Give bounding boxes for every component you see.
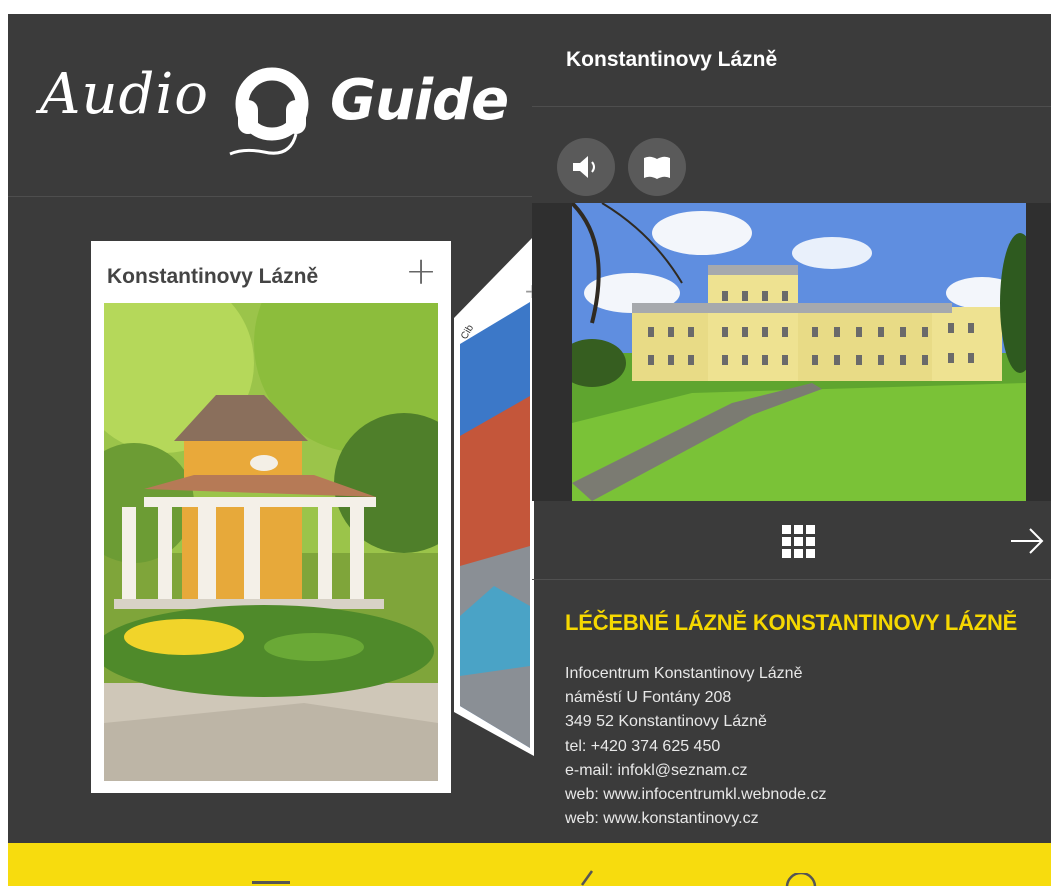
bottom-tab-bar [8,843,1051,886]
poi-info: Infocentrum Konstantinovy Lázně náměstí … [565,662,826,831]
info-line-email[interactable]: e-mail: infokl@seznam.cz [565,759,826,783]
info-line: Infocentrum Konstantinovy Lázně [565,665,803,682]
speaker-icon [573,156,595,178]
grid-icon[interactable] [780,523,816,559]
info-line-phone[interactable]: tel: +420 374 625 450 [565,735,826,759]
detail-title: Konstantinovy Lázně [566,48,778,71]
back-icon[interactable] [576,869,596,886]
info-line-web[interactable]: web: www.infocentrumkl.webnode.cz [565,783,826,807]
detail-photo[interactable] [532,203,1051,501]
logo-word-audio: Audio [40,62,209,127]
guide-card[interactable]: Konstantinovy Lázně + [91,241,451,793]
logo: Audio Guide [8,14,532,197]
info-line: náměstí U Fontány 208 [565,689,732,707]
poi-heading: LÉČEBNÉ LÁZNĚ KONSTANTINOVY LÁZNĚ [565,610,1018,635]
card-title: Konstantinovy Lázně [107,265,319,288]
book-icon [644,156,670,179]
spa-building-photo [572,203,1026,501]
app-window: Audio Guide Konstantinovy Lázně + Cib + … [8,14,1051,886]
audio-button[interactable] [557,138,615,196]
add-icon[interactable]: + [403,252,439,290]
search-icon[interactable] [784,873,818,886]
card-photo[interactable] [104,303,438,781]
detail-navigation [532,501,1051,580]
headphones-logo-icon [229,67,309,156]
info-line: 349 52 Konstantinovy Lázně [565,713,767,731]
logo-word-guide: Guide [330,68,509,133]
divider [532,106,1051,107]
text-button[interactable] [628,138,686,196]
guide-card-next[interactable]: Cib + [454,236,534,756]
menu-icon[interactable] [252,873,290,886]
info-line-web[interactable]: web: www.konstantinovy.cz [565,807,826,831]
arrow-right-icon[interactable] [1009,523,1045,559]
